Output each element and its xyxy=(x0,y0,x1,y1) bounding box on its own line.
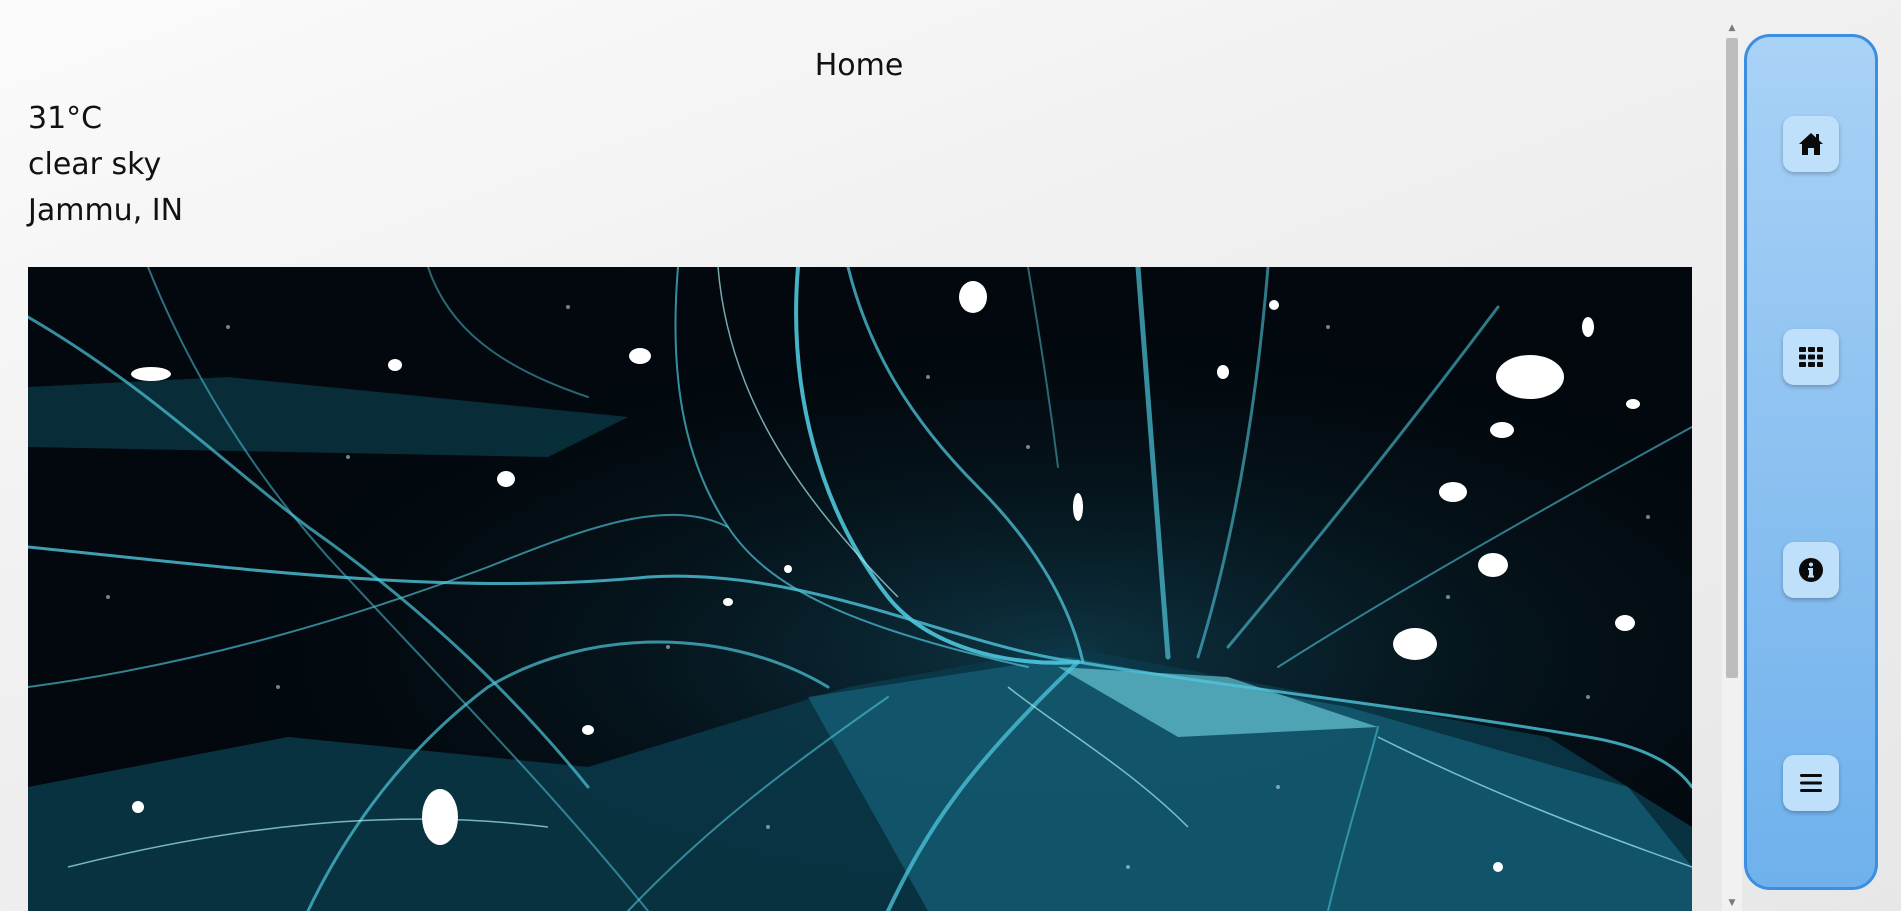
scroll-thumb[interactable] xyxy=(1726,38,1738,678)
menu-icon xyxy=(1799,772,1823,794)
about-button[interactable] xyxy=(1783,542,1839,598)
menu-button[interactable] xyxy=(1783,755,1839,811)
vertical-scrollbar[interactable]: ▲ ▼ xyxy=(1722,20,1742,911)
info-icon xyxy=(1798,557,1824,583)
apps-button[interactable] xyxy=(1783,329,1839,385)
scroll-up-arrow-icon[interactable]: ▲ xyxy=(1722,20,1742,36)
weather-location: Jammu, IN xyxy=(28,193,184,228)
home-button[interactable] xyxy=(1783,116,1839,172)
weather-temperature: 31°C xyxy=(28,101,103,136)
home-icon xyxy=(1797,131,1825,157)
hero-image xyxy=(28,267,1692,911)
weather-description: clear sky xyxy=(28,147,162,182)
side-nav-panel xyxy=(1744,34,1878,890)
weather-widget: 31°C clear sky Jammu, IN xyxy=(28,96,183,234)
scroll-down-arrow-icon[interactable]: ▼ xyxy=(1722,895,1742,911)
grid-icon xyxy=(1798,346,1824,368)
main-content: Home 31°C clear sky Jammu, IN xyxy=(0,0,1722,911)
page-title: Home xyxy=(814,48,904,83)
